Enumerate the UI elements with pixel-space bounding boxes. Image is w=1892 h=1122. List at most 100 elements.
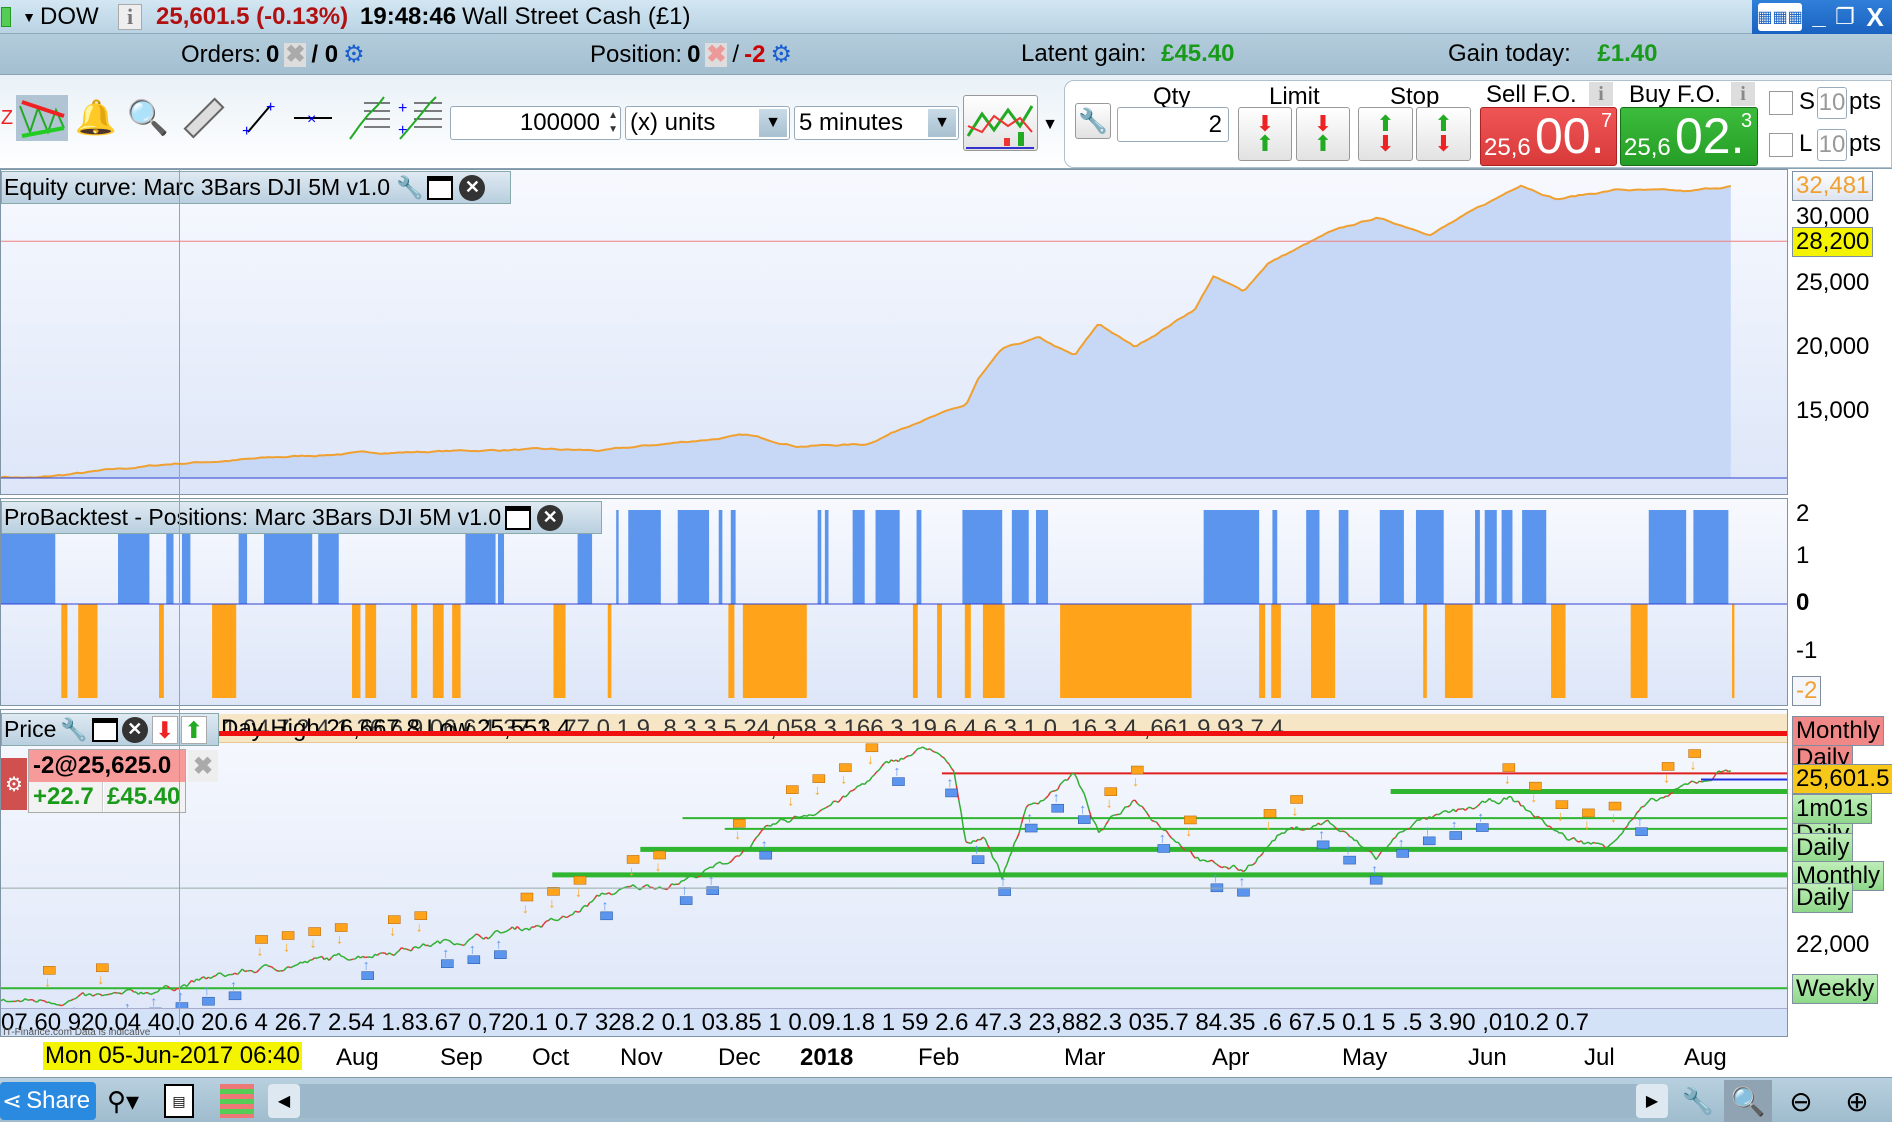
positions-panel[interactable]: ProBacktest - Positions: Marc 3Bars DJI … xyxy=(0,498,1788,706)
window-controls: ▦▦▦ _ ❐ X xyxy=(1752,0,1892,34)
drawing-list-icon[interactable]: ▤ xyxy=(164,1084,194,1118)
share-button[interactable]: ⋖ Share xyxy=(0,1082,96,1120)
stop-oco-button[interactable]: ⬆ ⬇ xyxy=(1416,107,1471,161)
positions-axis: 2 1 0 -1 -2 xyxy=(1788,498,1892,709)
price-segment xyxy=(1689,780,1693,784)
horizontal-line-icon[interactable]: × xyxy=(292,97,334,139)
indicator-dropdown-icon[interactable]: ▼ xyxy=(1040,113,1060,137)
instrument-dropdown-icon[interactable]: ▼ xyxy=(20,6,38,28)
stop-s-input[interactable]: 10 xyxy=(1817,87,1847,119)
instrument-name[interactable]: DOW xyxy=(40,3,99,31)
minimize-icon[interactable]: _ xyxy=(1808,2,1830,32)
stop-s-checkbox[interactable] xyxy=(1769,91,1793,115)
cancel-orders-icon[interactable]: ✖ xyxy=(284,41,307,68)
long-position-bar xyxy=(1501,510,1513,604)
close-panel-icon[interactable]: ✕ xyxy=(121,716,148,743)
window-icon[interactable] xyxy=(505,505,532,530)
buy-arrow-icon[interactable]: ⬆ xyxy=(180,715,207,744)
zoom-in-icon[interactable]: ⊕ xyxy=(1836,1080,1878,1122)
wrench-icon[interactable]: 🔧 xyxy=(60,717,87,743)
price-segment xyxy=(1440,810,1445,814)
position-qty-price: -2@25,625.0 xyxy=(29,750,185,782)
long-position-bar xyxy=(1306,510,1320,604)
stop-buy-sell-button[interactable]: ⬆ ⬇ xyxy=(1358,107,1413,161)
price-segment xyxy=(931,750,936,753)
sell-info-icon[interactable]: i xyxy=(1589,82,1613,106)
magnifier-icon[interactable]: 🔍 xyxy=(127,97,169,139)
close-icon[interactable]: X xyxy=(1860,2,1890,32)
close-panel-icon[interactable]: ✕ xyxy=(459,174,486,201)
price-segment xyxy=(215,972,219,977)
candlestick-icon[interactable] xyxy=(0,4,12,30)
fibonacci-fan-icon[interactable]: + + xyxy=(398,95,444,141)
alert-bell-icon[interactable]: 🔔 xyxy=(75,97,117,139)
position-settings-gear-icon[interactable]: ⚙ xyxy=(770,40,792,69)
zoom-vertical-icon[interactable]: 🔍 xyxy=(1724,1080,1772,1122)
window-icon[interactable] xyxy=(427,175,454,200)
wrench-icon[interactable]: 🔧 xyxy=(396,175,423,201)
orders-settings-gear-icon[interactable]: ⚙ xyxy=(343,40,365,69)
buy-arrow-marker: ↑ xyxy=(1477,809,1484,825)
sell-arrow-marker: ↓ xyxy=(1583,816,1590,832)
buy-button[interactable]: 25,6 02. 3 xyxy=(1620,107,1758,166)
buy-arrow-marker: ↑ xyxy=(1637,813,1644,829)
close-position-icon[interactable]: ✖ xyxy=(705,41,728,68)
fibonacci-icon[interactable] xyxy=(348,95,392,141)
auto-scale-icon[interactable]: 🔧 xyxy=(1680,1082,1716,1120)
units-select[interactable]: (x) units ▼ xyxy=(625,106,790,140)
close-panel-icon[interactable]: ✕ xyxy=(537,504,564,531)
sell-arrow-marker: ↓ xyxy=(1292,802,1299,818)
window-icon[interactable] xyxy=(91,717,118,742)
price-segment xyxy=(270,965,275,970)
sell-arrow-marker: ↓ xyxy=(1265,816,1272,832)
sell-arrow-icon[interactable]: ⬇ xyxy=(151,715,178,744)
chevron-down-icon[interactable]: ▼ xyxy=(759,109,787,137)
price-segment xyxy=(804,814,808,817)
ruler-icon[interactable] xyxy=(183,97,225,139)
price-segment xyxy=(140,991,144,995)
position-gear-icon[interactable]: ⚙ xyxy=(1,758,27,810)
position-gain: £45.40 xyxy=(104,782,185,812)
sell-button[interactable]: 25,6 00. 7 xyxy=(1480,107,1617,166)
timeframe-select[interactable]: 5 minutes ▼ xyxy=(794,106,959,140)
add-indicator-button[interactable] xyxy=(963,95,1038,151)
indicators-list-icon[interactable] xyxy=(220,1084,254,1118)
chart-type-icon[interactable]: ⚲▾ xyxy=(100,1082,146,1120)
info-icon[interactable]: i xyxy=(118,4,142,30)
chevron-down-icon[interactable]: ▼ xyxy=(928,109,956,137)
buy-arrow-marker: ↑ xyxy=(761,836,768,852)
quantity-spinner[interactable]: ▲ ▼ xyxy=(608,109,618,137)
price-panel[interactable]: ↓ ↑ ↓ ↑ ↑ ↑ ↑ ↑ ↓ ↓ ↓ ↓ ↑ ↓ ↓ ↑ ↑ ↑ ↓ ↓ ↓ ↑ ↓ ↓ ↑ ↑ ↓ ↑ ↓ ↓ ↓ ↓ ↑ ↓ ↑ ↑ ↑ ↑ ↑ ↑… xyxy=(0,709,1788,1037)
sell-arrow-marker: ↓ xyxy=(310,935,317,951)
price-segment xyxy=(943,757,948,763)
order-settings-wrench-icon[interactable]: 🔧 xyxy=(1075,103,1111,139)
equity-curve-panel[interactable]: Equity curve: Marc 3Bars DJI 5M v1.0 🔧 ✕ xyxy=(0,169,1788,495)
trend-lines-icon[interactable]: Z xyxy=(0,95,14,141)
segment-tool-icon[interactable]: + + xyxy=(242,97,278,139)
price-segment xyxy=(1728,770,1732,773)
zoom-out-icon[interactable]: ⊖ xyxy=(1780,1080,1822,1122)
qty-input[interactable]: 2 xyxy=(1117,107,1229,142)
open-position-value: -2 xyxy=(744,40,766,68)
scroll-right-icon[interactable]: ▶ xyxy=(1636,1084,1668,1118)
buy-info-icon[interactable]: i xyxy=(1731,82,1755,106)
stop-l-input[interactable]: 10 xyxy=(1817,129,1847,161)
price-segment xyxy=(1563,835,1568,840)
price-segment xyxy=(553,919,557,922)
restore-icon[interactable]: ❐ xyxy=(1832,2,1858,32)
short-position-bar xyxy=(212,604,237,698)
quantity-input[interactable]: 100000 ▲ ▼ xyxy=(450,106,621,140)
price-segment xyxy=(447,939,450,942)
price-segment xyxy=(1718,770,1722,773)
horizontal-scrollbar[interactable]: ◀ ▶ xyxy=(268,1084,1668,1118)
keyboard-icon[interactable]: ▦▦▦ xyxy=(1757,3,1803,31)
zigzag-tool-icon[interactable] xyxy=(16,95,68,141)
limit-oco-button[interactable]: ⬇ ⬆ xyxy=(1296,107,1350,161)
scroll-left-icon[interactable]: ◀ xyxy=(268,1084,300,1118)
open-position-box[interactable]: -2@25,625.0 +22.7 £45.40 xyxy=(28,749,186,813)
close-position-icon[interactable]: ✖ xyxy=(188,750,218,782)
stop-l-checkbox[interactable] xyxy=(1769,133,1793,157)
sell-arrow-marker: ↓ xyxy=(734,826,741,842)
limit-sell-buy-button[interactable]: ⬇ ⬆ xyxy=(1238,107,1292,161)
positions-last-value-tag: -2 xyxy=(1792,676,1822,706)
